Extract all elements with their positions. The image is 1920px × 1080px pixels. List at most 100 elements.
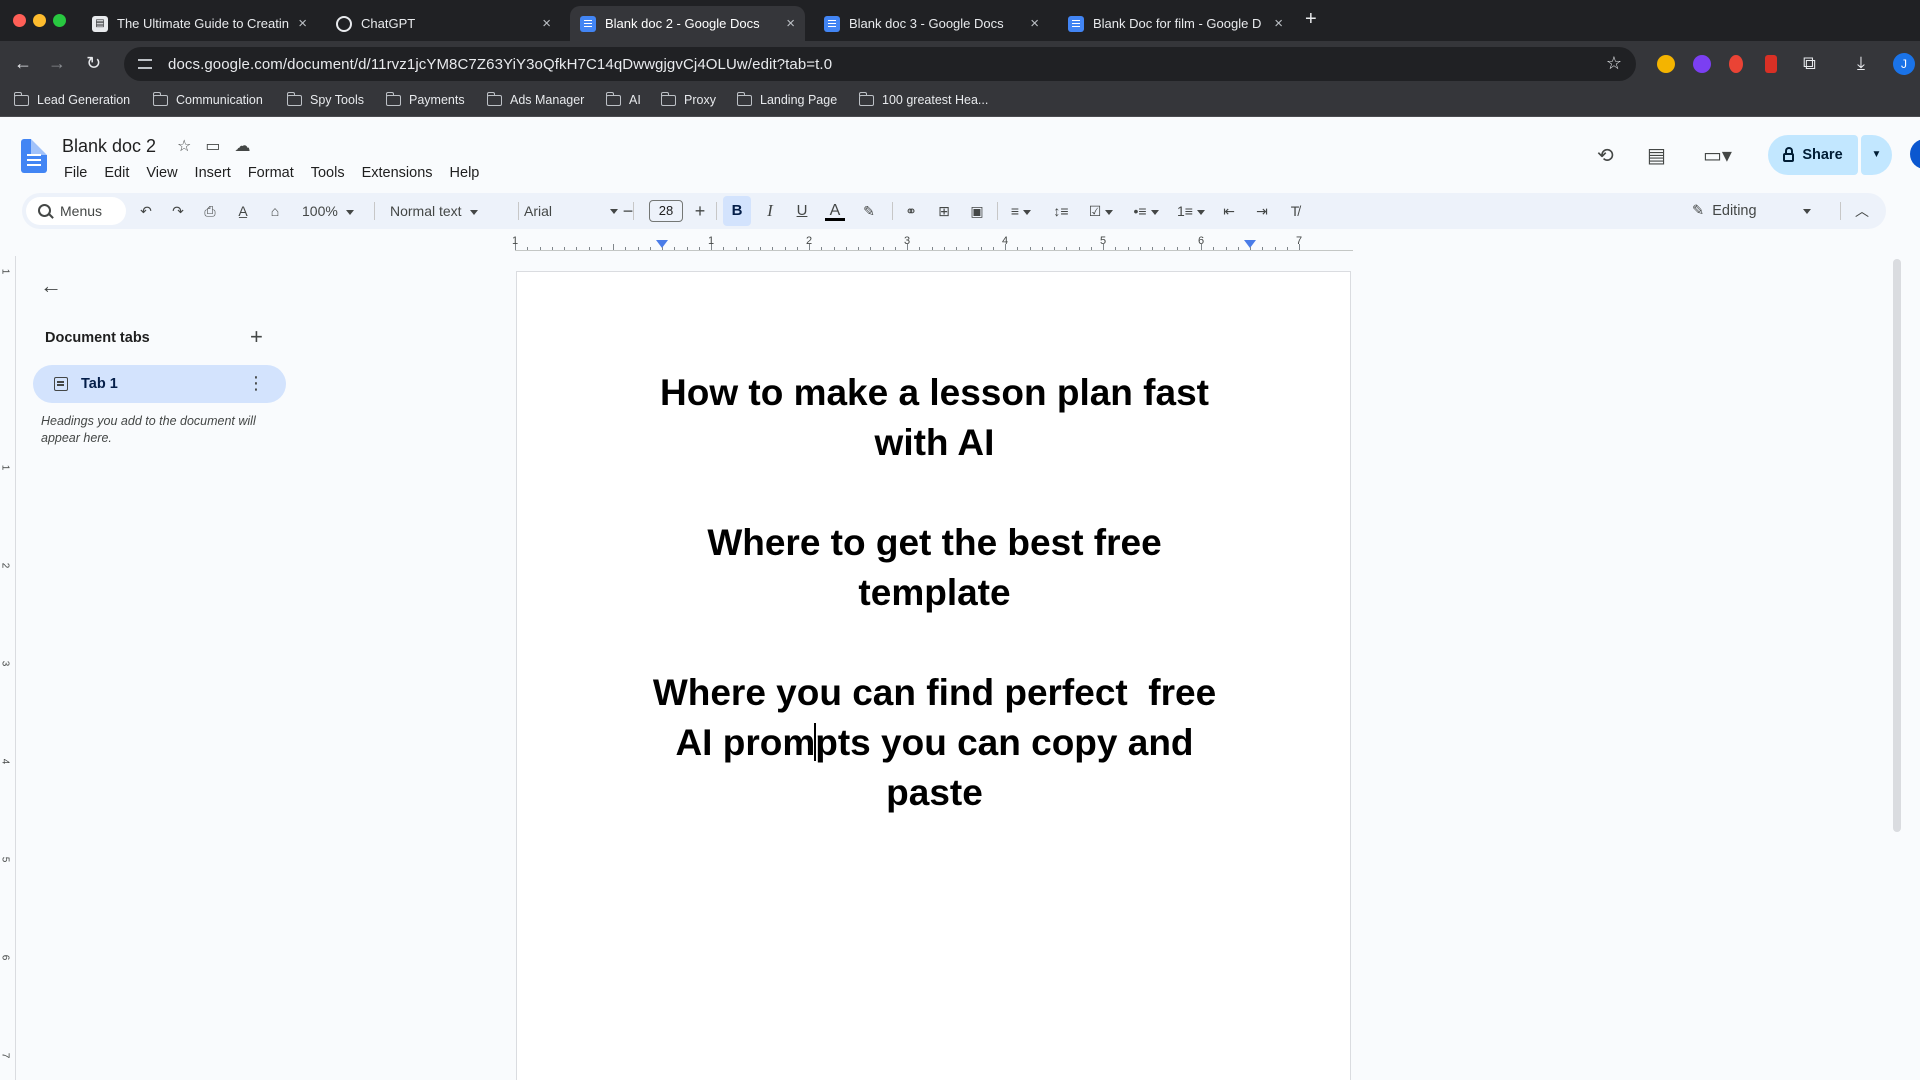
close-tab-icon[interactable]: × [1030,15,1039,32]
zoom-select[interactable]: 100% [302,193,354,229]
paint-format-icon[interactable]: ⌂ [263,193,287,229]
font-select[interactable]: Arial [524,193,622,229]
account-avatar[interactable] [1910,139,1920,169]
redo-icon[interactable]: ↷ [166,193,190,229]
ruler-number: 1 [0,268,11,275]
increase-font-size-button[interactable]: + [690,193,710,229]
vertical-scrollbar[interactable] [1893,259,1901,832]
share-button[interactable]: Share [1768,135,1858,175]
ruler-tick [1127,247,1129,250]
maximize-window-button[interactable] [53,14,66,27]
document-tab-item[interactable]: Tab 1 ⋮ [33,365,286,403]
undo-icon[interactable]: ↶ [134,193,158,229]
document-page[interactable]: How to make a lesson plan fast with AI W… [516,271,1351,1080]
insert-image-icon[interactable]: ▣ [965,193,989,229]
menu-format[interactable]: Format [248,161,302,185]
editing-mode-select[interactable]: ✎ Editing [1692,193,1811,229]
extension-icon[interactable] [1729,55,1743,73]
bold-button[interactable]: B [723,196,751,226]
new-tab-icon[interactable]: + [1305,8,1317,31]
add-tab-plus-icon[interactable]: + [250,324,263,350]
print-icon[interactable]: ⎙ [198,193,222,229]
version-history-icon[interactable]: ⟲ [1597,143,1614,168]
download-icon[interactable]: ⤓ [1857,53,1865,74]
share-dropdown-button[interactable]: ▼ [1861,135,1892,175]
highlight-pen-icon[interactable]: ✎ [857,193,881,229]
extension-icon[interactable] [1657,55,1675,73]
close-tab-icon[interactable]: × [298,15,307,32]
browser-tab-active[interactable]: Blank doc 2 - Google Docs × [570,6,805,41]
bookmark-folder[interactable]: Spy Tools [286,91,364,107]
url-input[interactable]: docs.google.com/document/d/11rvz1jcYM8C7… [124,47,1636,81]
extension-icon[interactable] [1765,55,1777,73]
close-tab-icon[interactable]: × [786,15,795,32]
horizontal-ruler[interactable]: 1 1 2 3 4 5 6 7 [512,235,1353,256]
bookmark-folder[interactable]: Communication [152,91,263,107]
bookmark-folder[interactable]: Landing Page [736,91,837,107]
menu-edit[interactable]: Edit [104,161,137,185]
document-body[interactable]: How to make a lesson plan fast with AI W… [613,368,1256,818]
clear-formatting-icon[interactable]: T̸ [1283,193,1307,229]
more-options-icon[interactable]: ⋮ [247,373,265,394]
bookmark-star-icon[interactable]: ☆ [1606,53,1622,74]
reload-icon[interactable]: ↻ [86,53,101,73]
close-outline-back-arrow-icon[interactable]: ← [40,273,62,299]
decrease-font-size-button[interactable]: − [618,193,638,229]
close-tab-icon[interactable]: × [1274,15,1283,32]
ruler-tick [723,247,725,250]
bookmark-folder[interactable]: 100 greatest Hea... [858,91,988,107]
comments-icon[interactable]: ▤ [1647,143,1666,168]
text-color-icon[interactable]: A [823,193,847,229]
ruler-tick [637,247,639,250]
ruler-tick [564,247,565,250]
outline-hint-text: Headings you add to the document will ap… [41,414,256,445]
bookmark-folder[interactable]: Ads Manager [486,91,584,107]
bookmark-folder[interactable]: Lead Generation [13,91,130,107]
decrease-indent-icon[interactable]: ⇤ [1217,193,1241,229]
bulleted-list-icon[interactable]: •≡ [1126,193,1166,229]
profile-avatar[interactable]: J [1893,53,1915,75]
meet-video-icon[interactable]: ▭▾ [1703,143,1732,168]
extensions-puzzle-icon[interactable]: ⧉ [1803,53,1816,74]
google-docs-logo-icon[interactable] [21,139,47,173]
extension-icon[interactable] [1693,55,1711,73]
star-icon[interactable]: ☆ [177,136,191,156]
checklist-icon[interactable]: ☑ [1081,193,1121,229]
insert-link-icon[interactable]: ⚭ [899,193,923,229]
menu-extensions[interactable]: Extensions [362,161,441,185]
menu-help[interactable]: Help [450,161,488,185]
paragraph-style-select[interactable]: Normal text [390,193,478,229]
menu-tools[interactable]: Tools [311,161,353,185]
move-folder-icon[interactable]: ▭ [205,136,220,156]
increase-indent-icon[interactable]: ⇥ [1250,193,1274,229]
document-title[interactable]: Blank doc 2 [62,136,156,157]
spellcheck-icon[interactable]: A̲ [231,193,255,229]
browser-tab[interactable]: ▤ The Ultimate Guide to Creatin × [82,6,317,41]
forward-arrow-icon[interactable]: → [48,53,66,73]
add-comment-icon[interactable]: ⊞ [932,193,956,229]
close-window-button[interactable] [13,14,26,27]
underline-button[interactable]: U [791,193,813,229]
align-center-icon[interactable]: ≡ [1003,193,1039,229]
hide-menus-chevron-up-icon[interactable]: ︿ [1850,193,1874,229]
numbered-list-icon[interactable]: 1≡ [1171,193,1211,229]
cloud-saved-icon[interactable]: ☁ [234,136,250,156]
chevron-down-icon [1196,209,1205,215]
minimize-window-button[interactable] [33,14,46,27]
close-tab-icon[interactable]: × [542,15,551,32]
bookmark-folder[interactable]: Proxy [660,91,716,107]
menu-insert[interactable]: Insert [195,161,239,185]
italic-button[interactable]: I [759,193,781,229]
line-spacing-icon[interactable]: ↕≡ [1049,193,1073,229]
browser-tab[interactable]: Blank Doc for film - Google D × [1058,6,1293,41]
back-arrow-icon[interactable]: ← [14,53,32,73]
menu-file[interactable]: File [64,161,95,185]
browser-tab[interactable]: ChatGPT × [326,6,561,41]
font-size-input[interactable]: 28 [649,200,683,222]
menu-view[interactable]: View [146,161,185,185]
bookmark-folder[interactable]: Payments [385,91,465,107]
search-menus-button[interactable]: Menus [26,197,126,225]
browser-tab[interactable]: Blank doc 3 - Google Docs × [814,6,1049,41]
bookmark-folder[interactable]: AI [605,91,641,107]
site-settings-icon[interactable] [138,59,152,69]
